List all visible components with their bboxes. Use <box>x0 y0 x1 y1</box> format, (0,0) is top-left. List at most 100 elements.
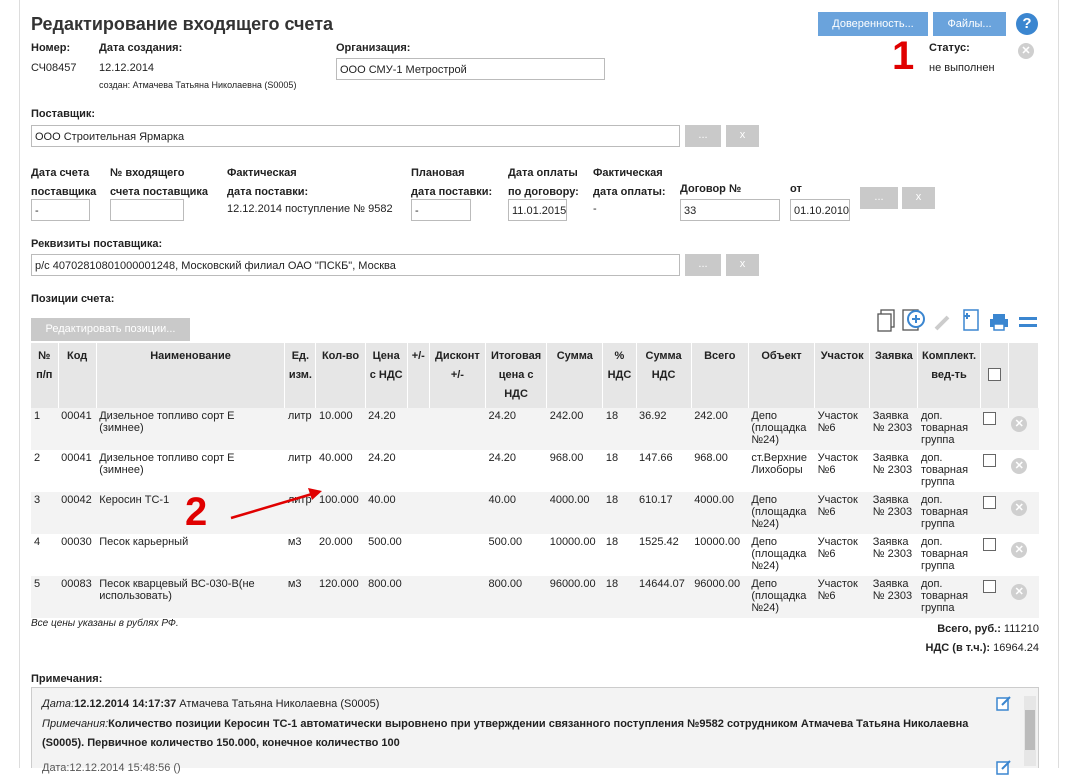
cell-qty: 20.000 <box>315 534 366 576</box>
files-button[interactable]: Файлы... <box>933 12 1006 36</box>
menu-icon[interactable] <box>1018 314 1038 330</box>
cell-final-price: 800.00 <box>485 576 547 618</box>
edit-positions-button[interactable]: Редактировать позиции... <box>31 318 190 341</box>
contract-select-button[interactable]: ... <box>860 187 898 209</box>
vat-line: НДС (в т.ч.): 16964.24 <box>926 642 1039 654</box>
notes-scrollbar[interactable] <box>1024 696 1036 766</box>
cell-kit: доп. товарная группа <box>917 576 981 618</box>
delete-row-icon[interactable]: ✕ <box>1011 542 1028 558</box>
total-label: Всего, руб.: <box>937 623 1001 635</box>
delete-row-icon[interactable]: ✕ <box>1011 500 1028 516</box>
incoming-number-field[interactable] <box>110 199 184 221</box>
cell-actions: ✕ <box>1008 576 1039 618</box>
cell-n: 5 <box>31 576 59 618</box>
cell-discount <box>429 492 486 534</box>
edit-pencil-icon[interactable] <box>933 312 953 332</box>
close-icon[interactable]: ✕ <box>1018 43 1034 59</box>
table-row[interactable]: 2 00041 Дизельное топливо сорт Е (зимнее… <box>31 450 1039 492</box>
supplier-date-field[interactable]: - <box>31 199 90 221</box>
row-checkbox[interactable] <box>983 454 997 467</box>
col-header-code: Код <box>58 343 97 408</box>
col-header-price: Цена с НДС <box>365 343 408 408</box>
table-row[interactable]: 4 00030 Песок карьерный м3 20.000 500.00… <box>31 534 1039 576</box>
cell-price: 24.20 <box>365 450 408 492</box>
cell-name: Песок кварцевый ВС-030-В(не использовать… <box>96 576 285 618</box>
cell-object: Депо (площадка №24) <box>748 534 815 576</box>
row-checkbox[interactable] <box>983 538 997 551</box>
number-value: СЧ08457 <box>31 62 77 74</box>
total-value: 111210 <box>1003 623 1039 635</box>
table-row[interactable]: 3 00042 Керосин ТС-1 литр 100.000 40.00 … <box>31 492 1039 534</box>
supplier-date-label: Дата счета поставщика <box>31 167 97 198</box>
edit-note-icon-2[interactable] <box>995 758 1013 776</box>
copy-icon[interactable] <box>876 308 898 334</box>
plan-delivery-field[interactable]: - <box>411 199 471 221</box>
print-icon[interactable] <box>988 312 1010 332</box>
row-checkbox[interactable] <box>983 412 997 425</box>
note-author: Атмачева Татьяна Николаевна (S0005) <box>179 698 380 710</box>
supplier-clear-button[interactable]: x <box>726 125 759 147</box>
col-header-site: Участок <box>814 343 871 408</box>
from-label: от <box>790 183 802 195</box>
second-note-header: Дата:12.12.2014 15:48:56 () <box>42 762 181 774</box>
power-of-attorney-button[interactable]: Доверенность... <box>818 12 928 36</box>
cell-vat-pct: 18 <box>602 450 636 492</box>
notes-scrollbar-thumb[interactable] <box>1025 710 1035 750</box>
cell-qty: 120.000 <box>315 576 366 618</box>
cell-code: 00042 <box>58 492 97 534</box>
cell-total: 242.00 <box>691 408 749 450</box>
cell-n: 1 <box>31 408 59 450</box>
col-header-n: № п/п <box>31 343 59 408</box>
status-value: не выполнен <box>929 62 995 74</box>
cell-n: 4 <box>31 534 59 576</box>
cell-qty: 10.000 <box>315 408 366 450</box>
cell-final-price: 40.00 <box>485 492 547 534</box>
cell-select <box>980 492 1009 534</box>
cell-code: 00041 <box>58 408 97 450</box>
col-header-object: Объект <box>748 343 816 408</box>
row-checkbox[interactable] <box>983 496 997 509</box>
status-label: Статус: <box>929 42 970 54</box>
supplier-select-button[interactable]: ... <box>685 125 721 147</box>
table-row[interactable]: 5 00083 Песок кварцевый ВС-030-В(не испо… <box>31 576 1039 618</box>
cell-vat-sum: 610.17 <box>636 492 692 534</box>
select-all-checkbox[interactable] <box>987 368 1001 381</box>
cell-site: Участок №6 <box>814 534 870 576</box>
cell-site: Участок №6 <box>814 492 870 534</box>
contract-field[interactable]: 33 <box>680 199 780 221</box>
delete-row-icon[interactable]: ✕ <box>1011 458 1028 474</box>
contract-pay-label: Дата оплаты по договору: <box>508 167 579 198</box>
col-header-actions <box>1008 343 1040 408</box>
cell-request: Заявка № 2303 <box>869 408 918 450</box>
contract-clear-button[interactable]: x <box>902 187 935 209</box>
requisites-clear-button[interactable]: x <box>726 254 759 276</box>
delete-row-icon[interactable]: ✕ <box>1011 584 1028 600</box>
delete-row-icon[interactable]: ✕ <box>1011 416 1028 432</box>
cell-pm <box>407 408 430 450</box>
help-icon[interactable]: ? <box>1016 13 1038 35</box>
cell-pm <box>407 450 430 492</box>
cell-final-price: 500.00 <box>485 534 547 576</box>
cell-discount <box>429 408 486 450</box>
edit-note-icon[interactable] <box>995 694 1013 712</box>
cell-select <box>980 408 1009 450</box>
add-position-icon[interactable] <box>901 306 927 334</box>
requisites-field[interactable]: р/с 40702810801000001248, Московский фил… <box>31 254 680 276</box>
vat-label: НДС (в т.ч.): <box>925 642 991 654</box>
table-row[interactable]: 1 00041 Дизельное топливо сорт Е (зимнее… <box>31 408 1039 450</box>
requisites-select-button[interactable]: ... <box>685 254 721 276</box>
row-checkbox[interactable] <box>983 580 997 593</box>
supplier-field[interactable]: ООО Строительная Ярмарка <box>31 125 680 147</box>
cell-sum: 4000.00 <box>546 492 603 534</box>
contract-date-field[interactable]: 01.10.2010 <box>790 199 850 221</box>
insert-position-icon[interactable] <box>958 306 984 334</box>
cell-total: 4000.00 <box>691 492 749 534</box>
incoming-number-label: № входящего счета поставщика <box>110 167 209 198</box>
org-field[interactable]: ООО СМУ-1 Метрострой <box>336 58 605 80</box>
fact-pay-value: - <box>593 203 597 215</box>
cell-price: 800.00 <box>365 576 408 618</box>
cell-actions: ✕ <box>1008 408 1039 450</box>
contract-pay-field[interactable]: 11.01.2015 <box>508 199 567 221</box>
cell-vat-sum: 147.66 <box>636 450 692 492</box>
cell-total: 10000.00 <box>691 534 749 576</box>
